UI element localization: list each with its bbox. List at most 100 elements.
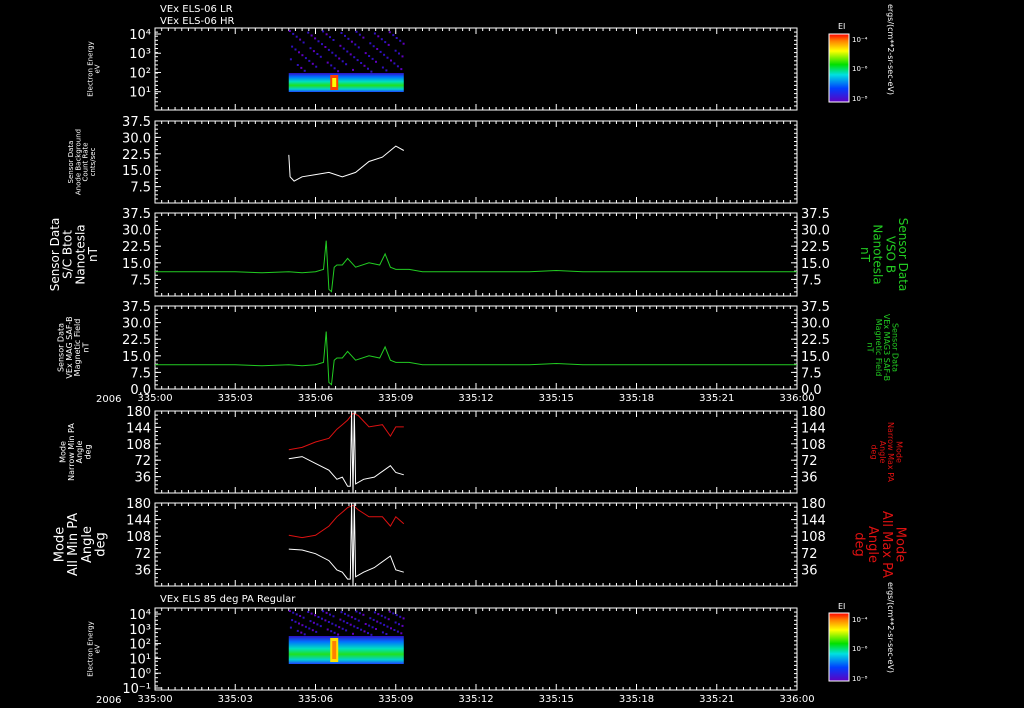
spectrogram-band (288, 636, 404, 664)
spectrogram-speckle (396, 630, 399, 633)
y-tick-label: 30.0 (122, 224, 151, 239)
spectrogram-speckle (373, 611, 376, 614)
y-tick-label: 10⁰ (129, 667, 151, 682)
spectrogram-speckle (385, 633, 388, 635)
spectrogram-speckle (395, 614, 398, 617)
spectrogram-speckle (340, 611, 343, 614)
spectrogram-speckle (300, 631, 303, 634)
spectrogram-speckle (362, 613, 365, 616)
spectrogram-speckle (399, 615, 402, 618)
spectrogram-speckle (395, 37, 398, 39)
spectrogram-speckle (302, 616, 305, 619)
y-tick-label: 72 (134, 547, 151, 562)
x-tick-label: 335:03 (218, 694, 253, 705)
spectrogram-speckle (349, 623, 352, 626)
spectrogram-speckle (354, 43, 357, 46)
spectrogram-band (288, 73, 404, 92)
colorbar-title-top: EI (838, 22, 845, 31)
spectrogram-speckle (344, 34, 346, 37)
y-tick-label: 15.0 (122, 164, 151, 179)
spectrogram-speckle (295, 613, 298, 616)
y-tick-label: 30.0 (122, 317, 151, 332)
mid-panel-title: VEx ELS 85 deg PA Regular (160, 594, 296, 605)
spectrogram-speckle (347, 614, 350, 617)
spectrogram-speckle (384, 41, 387, 44)
x-tick-label: 335:21 (699, 393, 734, 404)
x-tick-label: 336:00 (779, 694, 814, 705)
spectrogram-speckle (301, 624, 304, 627)
x-tick-label: 335:12 (458, 694, 493, 705)
spectrogram-speckle (355, 30, 358, 33)
spectrogram-speckle (296, 64, 299, 66)
spectrogram-speckle (339, 44, 342, 47)
spectrogram-speckle (292, 611, 295, 614)
spectrogram-speckle (314, 37, 317, 40)
spectrogram-speckle (362, 36, 365, 39)
y-tick-label: 72 (134, 454, 151, 469)
panel-3: 37.5 37.530.0 30.022.5 22.515.0 15.07.5 7.5Se… (48, 207, 910, 297)
header-line2: VEx ELS-06 HR (160, 16, 235, 27)
spectrogram-speckle (381, 66, 384, 69)
spectrogram-speckle (310, 612, 313, 615)
spectrogram-speckle (364, 52, 367, 55)
spectrogram-speckle (332, 39, 335, 41)
y-axis-label: Sensor DataS/C BtotNanoteslanT (48, 218, 100, 292)
spectrogram-speckle (289, 58, 292, 61)
spectrogram-speckle (296, 629, 299, 632)
colorbar-top: EI 10⁻⁴ 10⁻⁶ 10⁻⁸ ergs/(cm**2-sr-sec-eV) (828, 4, 895, 103)
spectrogram-speckle (396, 65, 399, 68)
header-line1: VEx ELS-06 LR (160, 4, 233, 15)
spectrogram-speckle (370, 70, 373, 73)
spectrogram-speckle (338, 57, 341, 60)
spectrogram-speckle (319, 625, 322, 628)
spectrogram-speckle (380, 38, 383, 41)
y-tick-label: 7.5 (130, 273, 151, 288)
panel-1: 10⁴ 10³ 10² 10¹ Electron EnergyeV (86, 27, 798, 111)
spectrogram-speckle (371, 57, 374, 60)
panel-frame (154, 607, 798, 691)
spectrogram-speckle (327, 48, 330, 51)
spectrogram-speckle (298, 51, 300, 54)
y-tick-label: 108 (126, 530, 151, 545)
spectrogram-speckle (393, 629, 396, 631)
spectrogram-speckle (375, 628, 377, 630)
spectrogram-speckle (394, 49, 397, 52)
y-axis-label: Electron EnergyeV (86, 41, 101, 96)
y-axis-label: ModeAll Min PAAngledeg (53, 513, 109, 576)
colorbar-tick-top-2: 10⁻⁸ (852, 95, 868, 103)
spectrogram-speckle (371, 626, 374, 629)
spectrogram-speckle (307, 611, 310, 613)
spectrogram-speckle (303, 69, 306, 72)
y-tick-label: 144 (126, 421, 151, 436)
spectrogram-speckle (327, 621, 330, 623)
spectrogram-speckle (347, 37, 350, 40)
colorbar-bottom: EI 10⁻⁴ 10⁻⁶ 10⁻⁸ ergs/(cm**2-sr-sec-eV) (828, 582, 895, 683)
spectrogram-speckle (388, 31, 391, 34)
spectrogram-speckle (326, 628, 329, 631)
spectrogram-speckle (383, 623, 386, 626)
spectrogram-speckle (317, 616, 320, 618)
y-tick-label: 36 (134, 471, 151, 486)
spectrogram-speckle (350, 40, 353, 43)
spectrogram-speckle (309, 47, 312, 50)
y-tick-label-right: 72 (801, 454, 818, 469)
spectrogram-speckle (380, 614, 383, 617)
spectrogram-speckle (314, 614, 317, 617)
spectrogram-peak-core (332, 641, 337, 659)
spectrogram-speckle (316, 53, 319, 55)
spectrogram-speckle (401, 624, 404, 627)
spectrogram-speckle (330, 64, 333, 67)
spectrogram-speckle (308, 59, 311, 62)
series-line-2 (288, 410, 404, 494)
y-tick-label: 7.5 (130, 181, 151, 196)
y-axis-label: Sensor DataVEx MAG SAF-BMagnetic FieldnT (56, 316, 90, 378)
spectrogram-speckle (360, 628, 363, 631)
spectrogram-speckle (307, 31, 310, 34)
y-tick-label-right: 15.0 (801, 350, 830, 365)
y-tick-label-right: 144 (801, 514, 826, 529)
spectrogram-speckle (334, 54, 337, 57)
panel-4: 37.5 37.530.0 30.022.5 22.515.0 15.07.5 7.50.… (56, 300, 899, 404)
y-tick-label: 22.5 (122, 333, 151, 348)
x-tick-label: 335:00 (137, 393, 172, 404)
spectrogram-speckle (358, 33, 361, 36)
